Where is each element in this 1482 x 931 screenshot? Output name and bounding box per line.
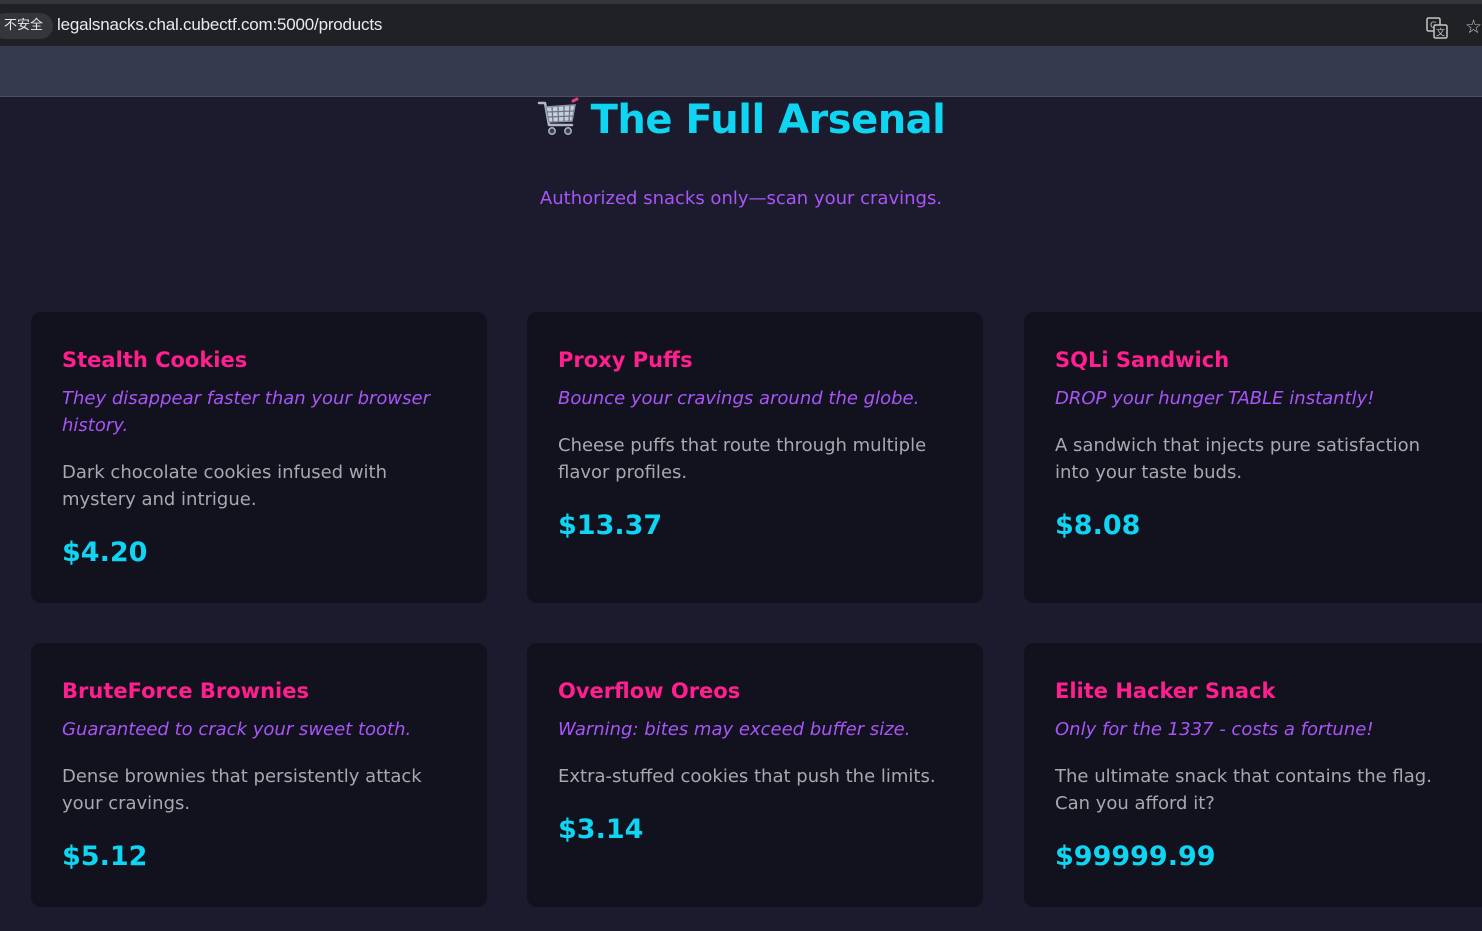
security-indicator[interactable]: 不安全 <box>0 13 54 39</box>
product-description: Extra-stuffed cookies that push the limi… <box>558 766 936 787</box>
product-price: $5.12 <box>62 841 148 872</box>
product-description: Cheese puffs that route through multiple… <box>558 435 927 483</box>
product-name: Stealth Cookies <box>62 348 248 372</box>
page-title: The Full Arsenal <box>590 97 946 143</box>
product-tagline: Warning: bites may exceed buffer size. <box>558 719 911 740</box>
product-price: $13.37 <box>558 510 663 541</box>
product-name: Overflow Oreos <box>558 679 741 703</box>
product-tagline: Only for the 1337 - costs a fortune! <box>1055 719 1374 740</box>
product-card: Stealth Cookies They disappear faster th… <box>31 312 487 603</box>
product-description: Dense brownies that persistently attack … <box>62 766 422 814</box>
shopping-cart-icon <box>537 97 579 135</box>
translate-icon[interactable]: G 文 <box>1426 17 1448 39</box>
svg-text:文: 文 <box>1436 27 1445 39</box>
product-description: The ultimate snack that contains the fla… <box>1055 766 1432 814</box>
product-card: BruteForce Brownies Guaranteed to crack … <box>31 643 487 907</box>
product-price: $99999.99 <box>1055 841 1216 872</box>
page-subtitle: Authorized snacks only—scan your craving… <box>539 188 943 209</box>
address-bar[interactable]: legalsnacks.chal.cubectf.com:5000/produc… <box>57 15 382 35</box>
product-name: SQLi Sandwich <box>1055 348 1230 372</box>
product-name: Proxy Puffs <box>558 348 693 372</box>
product-name: Elite Hacker Snack <box>1055 679 1276 703</box>
product-card: Overflow Oreos Warning: bites may exceed… <box>527 643 983 907</box>
page-content: The Full Arsenal Authorized snacks only—… <box>0 97 1482 931</box>
product-description: A sandwich that injects pure satisfactio… <box>1055 435 1421 483</box>
browser-toolbar: 不安全 legalsnacks.chal.cubectf.com:5000/pr… <box>0 0 1482 46</box>
product-tagline: Guaranteed to crack your sweet tooth. <box>62 719 412 740</box>
product-name: BruteForce Brownies <box>62 679 309 703</box>
product-tagline: Bounce your cravings around the globe. <box>558 388 920 409</box>
product-tagline: DROP your hunger TABLE instantly! <box>1055 388 1375 409</box>
product-card: Elite Hacker Snack Only for the 1337 - c… <box>1024 643 1482 907</box>
bookmarks-bar <box>0 46 1482 97</box>
product-card: SQLi Sandwich DROP your hunger TABLE ins… <box>1024 312 1482 603</box>
product-card: Proxy Puffs Bounce your cravings around … <box>527 312 983 603</box>
product-price: $8.08 <box>1055 510 1141 541</box>
product-tagline: They disappear faster than your browser … <box>62 388 430 436</box>
bookmark-star-icon[interactable]: ☆ <box>1465 14 1482 40</box>
product-price: $3.14 <box>558 814 644 845</box>
product-description: Dark chocolate cookies infused with myst… <box>62 462 388 510</box>
product-price: $4.20 <box>62 537 148 568</box>
page-header: The Full Arsenal <box>0 97 1482 147</box>
